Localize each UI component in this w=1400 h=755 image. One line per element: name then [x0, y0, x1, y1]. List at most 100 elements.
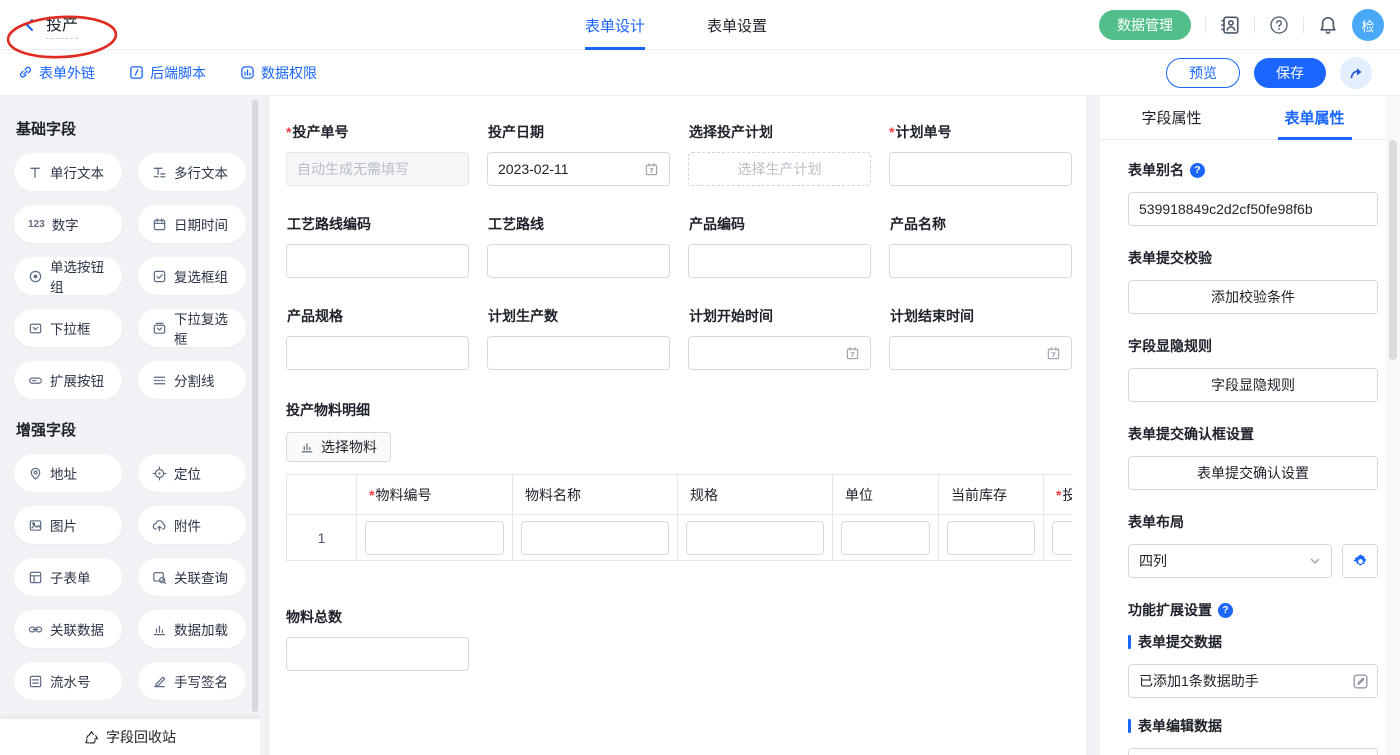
backend-script-link[interactable]: 后端脚本 [129, 63, 206, 83]
field-type-attachment[interactable]: 附件 [138, 506, 246, 544]
plan-end-input[interactable] [889, 336, 1072, 370]
qty-input[interactable] [1052, 521, 1072, 555]
form-field-plan-start[interactable]: 计划开始时间 [688, 306, 871, 370]
form-alias-input[interactable]: 539918849c2d2cf50fe98f6b [1128, 192, 1378, 226]
product-name-input[interactable] [889, 244, 1072, 278]
material-chart-icon [300, 440, 314, 454]
page-scrollbar[interactable] [1386, 96, 1400, 755]
tab-form-properties[interactable]: 表单属性 [1243, 96, 1386, 139]
help-badge-icon[interactable]: ? [1218, 603, 1233, 618]
form-external-link[interactable]: 表单外链 [18, 63, 95, 83]
field-type-extend-button[interactable]: 扩展按钮 [14, 361, 122, 399]
form-field-plan-qty[interactable]: 计划生产数 [487, 306, 670, 370]
field-type-checkbox-group[interactable]: 复选框组 [138, 257, 246, 295]
plan-start-input[interactable] [688, 336, 871, 370]
plan-no-input[interactable] [889, 152, 1072, 186]
permission-chart-icon [240, 65, 255, 80]
field-type-data-load[interactable]: 数据加载 [138, 610, 246, 648]
form-toolbar: 表单外链 后端脚本 数据权限 预览 保存 [0, 50, 1400, 96]
notification-bell-icon[interactable] [1318, 15, 1338, 35]
share-button[interactable] [1340, 57, 1372, 89]
form-field-select-plan[interactable]: 选择投产计划 选择生产计划 [688, 122, 871, 186]
form-field-plan-no[interactable]: *计划单号 [889, 122, 1072, 186]
field-type-subform[interactable]: 子表单 [14, 558, 122, 596]
field-type-datetime[interactable]: 日期时间 [138, 205, 246, 243]
radio-icon [28, 269, 43, 284]
route-code-input[interactable] [286, 244, 469, 278]
tab-field-properties[interactable]: 字段属性 [1100, 96, 1243, 139]
contacts-book-icon[interactable] [1220, 15, 1240, 35]
edit-pencil-icon[interactable] [1352, 673, 1369, 690]
data-manage-button[interactable]: 数据管理 [1099, 10, 1191, 40]
field-type-select[interactable]: 下拉框 [14, 309, 122, 347]
spec-input[interactable] [686, 521, 824, 555]
chevron-down-icon [1309, 555, 1321, 567]
layout-settings-button[interactable] [1342, 544, 1378, 578]
field-type-signature[interactable]: 手写签名 [138, 662, 246, 700]
field-type-linked-data[interactable]: 关联数据 [14, 610, 122, 648]
production-date-input[interactable]: 2023-02-11 [487, 152, 670, 186]
submit-confirm-label: 表单提交确认框设置 [1128, 424, 1254, 444]
header-tabs: 表单设计 表单设置 [585, 0, 767, 50]
top-header: 投产 表单设计 表单设置 数据管理 检 [0, 0, 1400, 50]
user-avatar[interactable]: 检 [1352, 9, 1384, 41]
form-field-production-no[interactable]: *投产单号 自动生成无需填写 [286, 122, 469, 186]
form-field-route[interactable]: 工艺路线 [487, 214, 670, 278]
field-library-sidebar: 基础字段 单行文本 多行文本 123 数字 日期时间 单选按钮组 [0, 96, 260, 755]
field-visibility-button[interactable]: 字段显隐规则 [1128, 368, 1378, 402]
data-permission-link[interactable]: 数据权限 [240, 63, 317, 83]
stock-input[interactable] [947, 521, 1035, 555]
field-type-number[interactable]: 123 数字 [14, 205, 122, 243]
back-button[interactable]: 投产 [0, 11, 78, 39]
unit-input[interactable] [841, 521, 930, 555]
sidebar-scrollbar[interactable] [252, 100, 258, 712]
subform-material-detail[interactable]: 投产物料明细 选择物料 *物料编号 物料名称 规格 单位 当前库存 [286, 400, 1072, 561]
form-field-production-date[interactable]: 投产日期 2023-02-11 [487, 122, 670, 186]
tab-form-settings[interactable]: 表单设置 [707, 0, 767, 50]
add-operation-button[interactable]: 添加操作 [1128, 748, 1378, 755]
form-field-product-name[interactable]: 产品名称 [889, 214, 1072, 278]
field-type-multi-text[interactable]: 多行文本 [138, 153, 246, 191]
field-type-location[interactable]: 定位 [138, 454, 246, 492]
help-badge-icon[interactable]: ? [1190, 163, 1205, 178]
tab-form-design[interactable]: 表单设计 [585, 0, 645, 50]
material-name-input[interactable] [521, 521, 669, 555]
field-type-single-text[interactable]: 单行文本 [14, 153, 122, 191]
col-material-code: *物料编号 [357, 475, 513, 515]
field-type-image[interactable]: 图片 [14, 506, 122, 544]
form-field-material-total[interactable]: 物料总数 [286, 607, 1072, 671]
material-total-input[interactable] [286, 637, 469, 671]
layout-select[interactable]: 四列 [1128, 544, 1332, 578]
form-field-product-code[interactable]: 产品编码 [688, 214, 871, 278]
row-index: 1 [287, 515, 357, 561]
calendar-icon [845, 346, 860, 361]
material-code-input[interactable] [365, 521, 504, 555]
save-button[interactable]: 保存 [1254, 58, 1326, 88]
data-helper-box[interactable]: 已添加1条数据助手 [1128, 664, 1378, 698]
field-recycle-bin[interactable]: 字段回收站 [0, 719, 260, 755]
preview-button[interactable]: 预览 [1166, 58, 1240, 88]
form-field-product-spec[interactable]: 产品规格 [286, 306, 469, 370]
route-input[interactable] [487, 244, 670, 278]
add-validation-button[interactable]: 添加校验条件 [1128, 280, 1378, 314]
field-type-divider[interactable]: 分割线 [138, 361, 246, 399]
submit-confirm-button[interactable]: 表单提交确认设置 [1128, 456, 1378, 490]
multiselect-icon [152, 321, 167, 336]
help-icon[interactable] [1269, 15, 1289, 35]
field-type-serial-number[interactable]: 流水号 [14, 662, 122, 700]
field-type-multi-select[interactable]: 下拉复选框 [138, 309, 246, 347]
product-spec-input[interactable] [286, 336, 469, 370]
field-type-radio-group[interactable]: 单选按钮组 [14, 257, 122, 295]
subform-table: *物料编号 物料名称 规格 单位 当前库存 *投产数 1 [286, 474, 1072, 561]
product-code-input[interactable] [688, 244, 871, 278]
field-type-address[interactable]: 地址 [14, 454, 122, 492]
page-scrollbar-thumb[interactable] [1389, 140, 1397, 360]
select-material-button[interactable]: 选择物料 [286, 432, 391, 462]
select-production-plan-button[interactable]: 选择生产计划 [688, 152, 871, 186]
plan-qty-input[interactable] [487, 336, 670, 370]
form-field-route-code[interactable]: 工艺路线编码 [286, 214, 469, 278]
share-arrow-icon [1348, 65, 1364, 81]
field-type-linked-query[interactable]: 关联查询 [138, 558, 246, 596]
form-field-plan-end[interactable]: 计划结束时间 [889, 306, 1072, 370]
address-pin-icon [28, 466, 43, 481]
